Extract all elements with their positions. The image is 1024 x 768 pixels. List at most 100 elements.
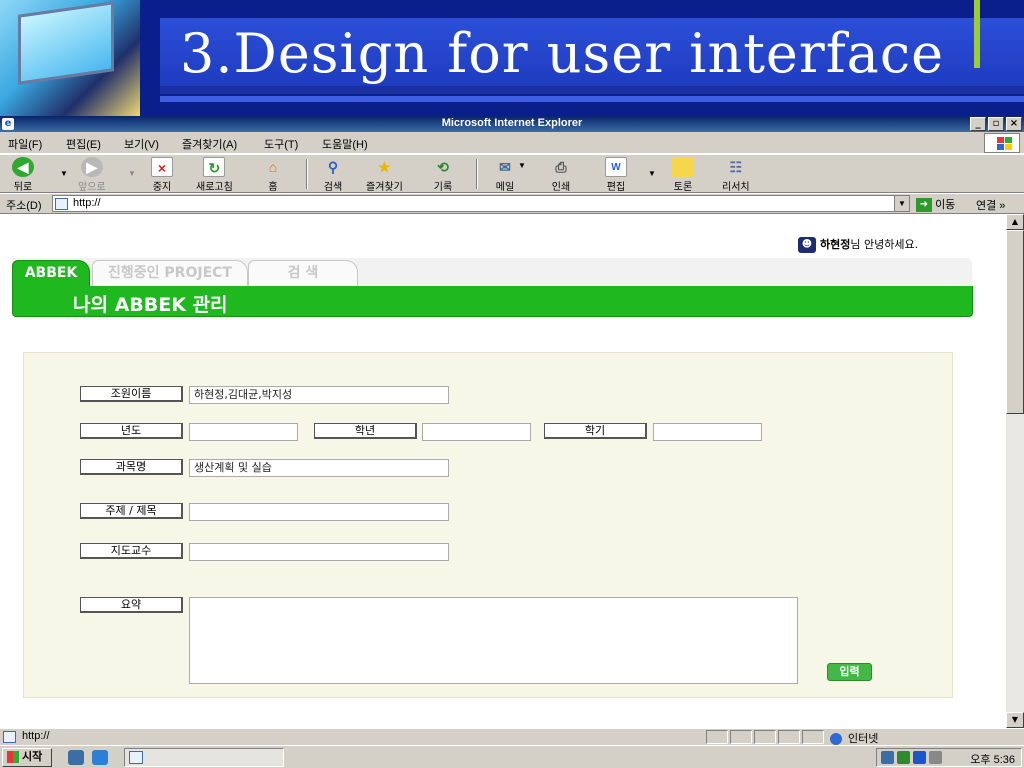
topic-label: 주제 / 제목	[80, 503, 183, 519]
menu-help[interactable]: 도움말(H)	[322, 136, 368, 152]
mail-button[interactable]: ✉ 메일	[494, 157, 516, 193]
printer-icon: ⎙	[555, 159, 567, 175]
menu-view[interactable]: 보기(V)	[124, 136, 159, 152]
messenger-icon[interactable]	[913, 751, 926, 764]
star-icon: ★	[378, 159, 391, 175]
year-input[interactable]	[189, 423, 298, 441]
back-button[interactable]: ◀ 뒤로	[12, 157, 34, 193]
start-button[interactable]: 시작	[2, 748, 52, 767]
summary-textarea[interactable]	[189, 597, 798, 684]
forward-arrow-icon: ▶	[80, 157, 103, 177]
section-title: 나의 ABBEK 관리	[73, 294, 228, 316]
ie-quicklaunch-icon[interactable]	[92, 750, 108, 765]
back-dropdown-icon[interactable]: ▼	[60, 169, 68, 178]
minimize-button[interactable]: _	[970, 117, 986, 131]
scroll-thumb[interactable]	[1006, 230, 1024, 414]
menu-tools[interactable]: 도구(T)	[264, 136, 298, 152]
mail-dropdown-icon[interactable]: ▼	[518, 161, 526, 170]
scroll-down-icon[interactable]: ▼	[1006, 712, 1024, 728]
topic-input[interactable]	[189, 503, 449, 521]
history-button[interactable]: ⟲ 기록	[432, 157, 454, 193]
forward-dropdown-icon[interactable]: ▼	[128, 169, 136, 178]
ime-icon[interactable]	[881, 751, 894, 764]
status-bar: http:// 인터넷	[0, 728, 1024, 746]
ie-window-icon	[129, 751, 143, 764]
slide-title: 3.Design for user interface	[180, 22, 945, 85]
taskbar: 시작 오후 5:36	[0, 745, 1024, 768]
address-input[interactable]: http:// ▼	[52, 195, 910, 212]
web-content: ☻ 하현정님 안녕하세요. ABBEK 진행중인 PROJECT 검 색 나의 A…	[0, 214, 1006, 728]
links-button[interactable]: 연결 »	[976, 197, 1005, 213]
refresh-button[interactable]: ↻ 새로고침	[196, 157, 233, 193]
discuss-button[interactable]: 토론	[672, 157, 694, 193]
volume-icon[interactable]	[929, 751, 942, 764]
clock: 오후 5:36	[970, 754, 1015, 766]
user-avatar-icon: ☻	[798, 237, 816, 253]
members-label: 조원이름	[80, 386, 183, 402]
globe-icon	[830, 733, 842, 746]
mail-icon: ✉	[499, 159, 511, 175]
semester-input[interactable]	[653, 423, 762, 441]
course-input[interactable]: 생산계획 및 실습	[189, 459, 449, 477]
windows-logo-icon	[984, 133, 1020, 153]
home-icon: ⌂	[268, 159, 278, 175]
favorites-button[interactable]: ★ 즐겨찾기	[366, 157, 403, 193]
refresh-icon: ↻	[203, 157, 226, 177]
search-button[interactable]: ⚲ 검색	[322, 157, 344, 193]
forward-button[interactable]: ▶ 앞으로	[78, 157, 106, 193]
year-label: 년도	[80, 423, 183, 439]
slide-header: 3.Design for user interface	[0, 0, 1024, 116]
stop-icon: ×	[151, 157, 173, 177]
print-button[interactable]: ⎙ 인쇄	[550, 157, 572, 193]
edit-dropdown-icon[interactable]: ▼	[648, 169, 656, 178]
taskbar-ie-window[interactable]	[124, 748, 284, 767]
course-label: 과목명	[80, 459, 183, 475]
history-icon: ⟲	[437, 159, 449, 175]
home-button[interactable]: ⌂ 홈	[262, 157, 284, 193]
menu-favorites[interactable]: 즐겨찾기(A)	[182, 136, 237, 152]
edit-button[interactable]: W 편집	[605, 157, 627, 193]
tab-abbek[interactable]: ABBEK	[12, 260, 90, 286]
menu-bar: 파일(F) 편집(E) 보기(V) 즐겨찾기(A) 도구(T) 도움말(H)	[0, 132, 1024, 154]
submit-button[interactable]: 입력	[827, 663, 872, 681]
tab-project[interactable]: 진행중인 PROJECT	[92, 260, 248, 286]
close-button[interactable]: ×	[1006, 117, 1022, 131]
computer-photo	[0, 0, 140, 116]
status-url: http://	[22, 730, 50, 742]
windows-flag-icon	[7, 751, 19, 764]
semester-label: 학기	[544, 423, 647, 439]
show-desktop-icon[interactable]	[68, 750, 84, 765]
network-icon[interactable]	[897, 751, 910, 764]
page-icon	[3, 731, 16, 743]
back-arrow-icon: ◀	[12, 157, 34, 177]
scroll-up-icon[interactable]: ▲	[1006, 214, 1024, 230]
discuss-icon	[672, 157, 694, 177]
project-form: 조원이름 하현정,김대균,박지성 년도 학년 학기 과목명 생산계획 및 실습 …	[23, 352, 953, 698]
go-arrow-icon: ➜	[916, 198, 932, 213]
vertical-scrollbar[interactable]: ▲ ▼	[1006, 214, 1024, 728]
user-greeting: ☻ 하현정님 안녕하세요.	[798, 236, 918, 253]
research-icon: ☷	[729, 159, 743, 175]
tab-search[interactable]: 검 색	[248, 260, 358, 286]
advisor-label: 지도교수	[80, 543, 183, 559]
address-label: 주소(D)	[6, 200, 42, 212]
section-header: 나의 ABBEK 관리	[12, 286, 973, 317]
window-titlebar: e Microsoft Internet Explorer _ ▫ ×	[0, 116, 1024, 132]
page-icon	[55, 198, 68, 210]
advisor-input[interactable]	[189, 543, 449, 561]
tab-bar: ABBEK 진행중인 PROJECT 검 색	[12, 258, 972, 286]
stop-button[interactable]: × 중지	[151, 157, 173, 193]
toolbar: ◀ 뒤로 ▼ ▶ 앞으로 ▼ × 중지 ↻ 새로고침 ⌂ 홈 ⚲ 검색 ★ 즐겨…	[0, 155, 1024, 193]
window-title: Microsoft Internet Explorer	[441, 117, 583, 129]
menu-edit[interactable]: 편집(E)	[66, 136, 101, 152]
research-button[interactable]: ☷ 리서치	[722, 157, 750, 193]
members-input[interactable]: 하현정,김대균,박지성	[189, 386, 449, 404]
system-tray: 오후 5:36	[876, 748, 1022, 767]
address-dropdown-icon[interactable]: ▼	[894, 196, 909, 211]
restore-button[interactable]: ▫	[988, 117, 1004, 131]
menu-file[interactable]: 파일(F)	[8, 136, 42, 152]
word-icon: W	[605, 157, 627, 177]
go-button[interactable]: ➜ 이동	[916, 196, 966, 213]
security-zone: 인터넷	[830, 730, 878, 746]
grade-input[interactable]	[422, 423, 531, 441]
